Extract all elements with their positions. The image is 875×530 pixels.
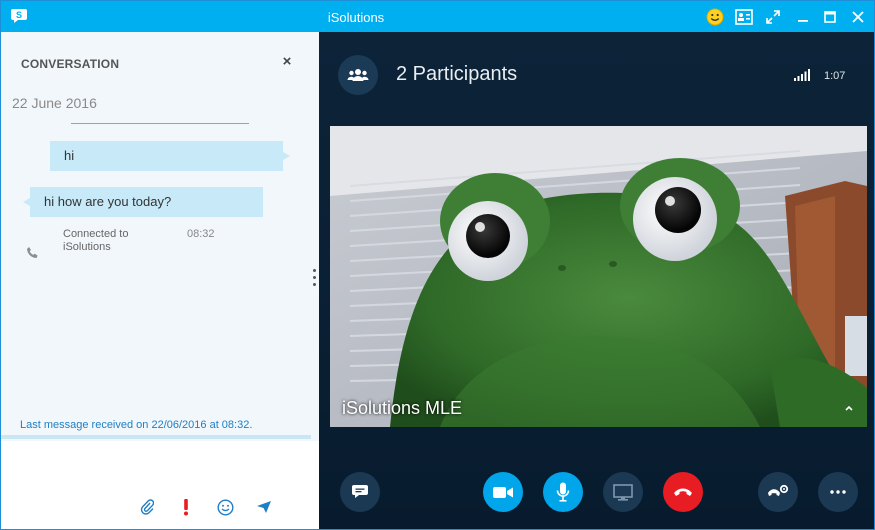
date-divider <box>71 123 249 124</box>
phone-icon <box>27 247 38 258</box>
close-window-button[interactable] <box>845 4 871 30</box>
contact-card-icon <box>735 9 753 25</box>
call-event-text: Connected to iSolutions <box>63 228 129 253</box>
more-dots-icon <box>830 490 846 494</box>
chevron-up-icon[interactable] <box>844 404 854 412</box>
incoming-message-bubble[interactable]: hi how are you today? <box>23 187 263 217</box>
minimize-button[interactable] <box>790 4 816 30</box>
smiley-icon <box>706 8 724 26</box>
minimize-icon <box>798 20 808 22</box>
maximize-icon <box>824 11 836 23</box>
conversation-header: CONVERSATION <box>21 57 120 71</box>
pane-resize-handle[interactable] <box>313 269 316 293</box>
high-importance-button[interactable] <box>176 497 196 517</box>
participants-icon <box>347 69 369 81</box>
more-options-button[interactable] <box>818 472 858 512</box>
hang-up-icon <box>674 488 692 496</box>
end-call-button[interactable] <box>663 472 703 512</box>
microphone-icon <box>556 482 570 502</box>
last-message-status: Last message received on 22/06/2016 at 0… <box>20 419 253 431</box>
compose-separator <box>1 435 311 439</box>
participants-button[interactable] <box>338 55 378 95</box>
video-camera-icon <box>493 486 513 498</box>
chat-bubble-icon <box>352 485 368 498</box>
contact-card-button[interactable] <box>731 4 757 30</box>
close-icon <box>852 11 864 23</box>
maximize-button[interactable] <box>817 4 843 30</box>
send-icon <box>257 501 271 513</box>
window-title: iSolutions <box>327 10 385 25</box>
participants-count: 2 Participants <box>396 63 518 85</box>
call-pane: 2 Participants 1:07 iSolutions MLE <box>319 32 874 529</box>
show-conversation-button[interactable] <box>340 472 380 512</box>
paperclip-icon <box>140 499 154 515</box>
exclamation-icon <box>184 499 188 516</box>
video-caption: iSolutions MLE <box>342 398 463 418</box>
call-quality-icon[interactable] <box>794 69 810 81</box>
attach-file-button[interactable] <box>137 497 157 517</box>
skype-call-window: S iSolutions CONVERSATION × 22 June 2016… <box>0 0 875 530</box>
expand-icon <box>766 10 780 24</box>
conversation-pane: CONVERSATION × 22 June 2016 hi hi how ar… <box>1 32 319 529</box>
emoticon-icon <box>216 498 234 516</box>
video-toggle-button[interactable] <box>483 472 523 512</box>
dial-pad-button[interactable] <box>758 472 798 512</box>
close-conversation-button[interactable]: × <box>280 54 294 70</box>
fullscreen-button[interactable] <box>760 4 786 30</box>
share-screen-button[interactable] <box>603 472 643 512</box>
call-settings-icon <box>768 484 789 496</box>
call-timer: 1:07 <box>824 70 846 82</box>
send-message-button[interactable] <box>254 497 274 517</box>
microphone-toggle-button[interactable] <box>543 472 583 512</box>
insert-emoticon-button[interactable] <box>215 497 235 517</box>
outgoing-message-bubble[interactable]: hi <box>50 141 290 171</box>
monitor-icon <box>613 483 633 501</box>
video-feed[interactable]: iSolutions MLE <box>330 126 867 427</box>
call-event-time: 08:32 <box>187 228 215 240</box>
title-bar: S iSolutions <box>1 1 874 32</box>
emoticon-button[interactable] <box>702 4 728 30</box>
video-frame-image <box>330 126 867 427</box>
message-date: 22 June 2016 <box>12 95 97 111</box>
